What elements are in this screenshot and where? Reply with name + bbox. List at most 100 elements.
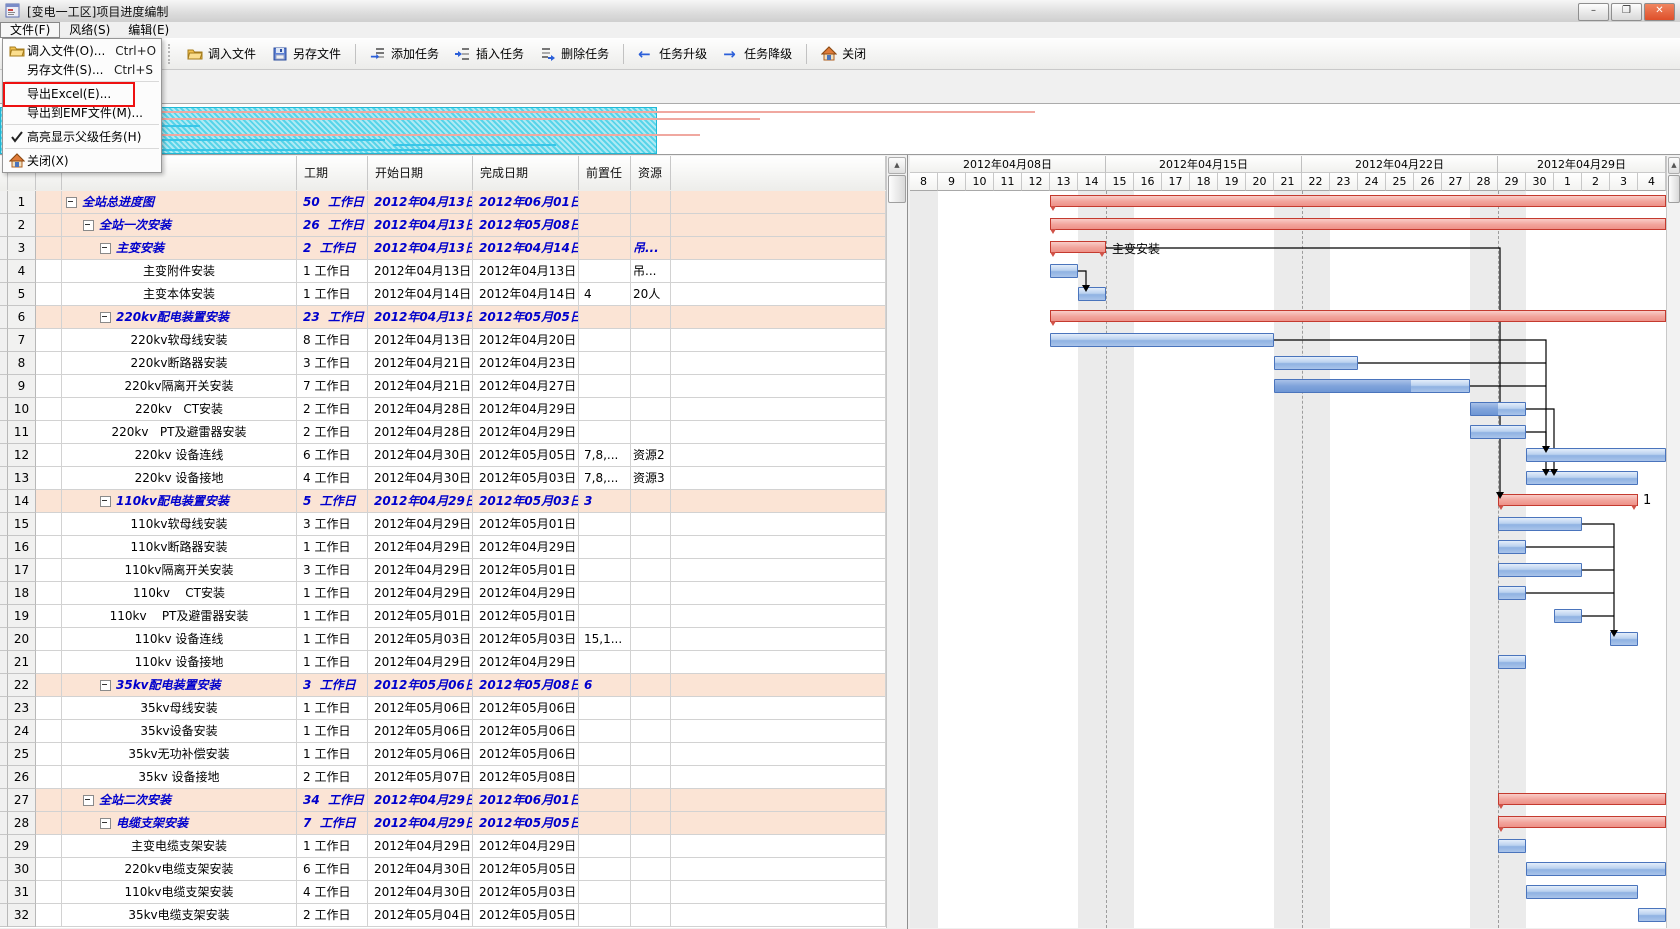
row-number-cell[interactable]: 1 (8, 191, 36, 214)
start-date-cell[interactable]: 2012年04月30日 (368, 467, 473, 490)
toolbar-button-save[interactable]: 另存文件 (264, 42, 349, 65)
resource-cell[interactable] (631, 605, 671, 628)
predecessor-cell[interactable] (579, 605, 631, 628)
duration-cell[interactable]: 2 工作日 (297, 904, 368, 927)
predecessor-cell[interactable] (579, 858, 631, 881)
row-number-cell[interactable]: 17 (8, 559, 36, 582)
resource-cell[interactable] (631, 421, 671, 444)
row-number-cell[interactable]: 6 (8, 306, 36, 329)
finish-date-cell[interactable]: 2012年05月06日 (473, 743, 579, 766)
finish-date-cell[interactable]: 2012年05月05日 (473, 812, 579, 835)
collapse-icon[interactable] (100, 680, 111, 691)
row-select-cell[interactable] (36, 697, 62, 720)
duration-cell[interactable]: 6 工作日 (297, 858, 368, 881)
table-scroll-thumb[interactable] (888, 175, 906, 203)
finish-date-cell[interactable]: 2012年05月05日 (473, 306, 579, 329)
finish-date-cell[interactable]: 2012年04月27日 (473, 375, 579, 398)
resource-cell[interactable] (631, 720, 671, 743)
row-select-cell[interactable] (36, 306, 62, 329)
collapse-icon[interactable] (100, 243, 111, 254)
resource-cell[interactable] (631, 559, 671, 582)
finish-date-cell[interactable]: 2012年05月03日 (473, 881, 579, 904)
duration-cell[interactable]: 1 工作日 (297, 720, 368, 743)
row-number-cell[interactable]: 25 (8, 743, 36, 766)
collapse-icon[interactable] (100, 312, 111, 323)
gantt-bar-parent[interactable] (1050, 218, 1666, 230)
minimize-button[interactable]: – (1578, 3, 1609, 21)
collapse-icon[interactable] (83, 220, 94, 231)
resource-cell[interactable] (631, 674, 671, 697)
gantt-scrollbar[interactable]: ▲ (1666, 156, 1680, 928)
resource-cell[interactable] (631, 375, 671, 398)
row-select-cell[interactable] (36, 812, 62, 835)
finish-date-cell[interactable]: 2012年05月06日 (473, 697, 579, 720)
predecessor-cell[interactable] (579, 766, 631, 789)
finish-date-cell[interactable]: 2012年05月03日 (473, 490, 579, 513)
row-select-cell[interactable] (36, 536, 62, 559)
menubar-item-file[interactable]: 文件(F) (0, 22, 60, 38)
row-number-cell[interactable]: 26 (8, 766, 36, 789)
row-number-cell[interactable]: 32 (8, 904, 36, 927)
predecessor-cell[interactable] (579, 789, 631, 812)
task-name-cell[interactable]: 35kv母线安装 (62, 697, 297, 720)
row-select-cell[interactable] (36, 582, 62, 605)
row-number-cell[interactable]: 15 (8, 513, 36, 536)
start-date-cell[interactable]: 2012年05月01日 (368, 605, 473, 628)
finish-date-cell[interactable]: 2012年06月01日 (473, 191, 579, 214)
predecessor-cell[interactable] (579, 559, 631, 582)
row-select-cell[interactable] (36, 283, 62, 306)
start-date-cell[interactable]: 2012年04月13日 (368, 306, 473, 329)
start-date-cell[interactable]: 2012年04月21日 (368, 352, 473, 375)
duration-cell[interactable]: 4 工作日 (297, 881, 368, 904)
start-date-cell[interactable]: 2012年04月29日 (368, 490, 473, 513)
row-select-cell[interactable] (36, 904, 62, 927)
resource-cell[interactable] (631, 214, 671, 237)
row-select-cell[interactable] (36, 375, 62, 398)
finish-date-cell[interactable]: 2012年05月05日 (473, 904, 579, 927)
task-name-cell[interactable]: 110kv隔离开关安装 (62, 559, 297, 582)
predecessor-cell[interactable] (579, 421, 631, 444)
finish-date-cell[interactable]: 2012年04月13日 (473, 260, 579, 283)
predecessor-cell[interactable]: 7,8,... (579, 467, 631, 490)
gantt-bar-task[interactable] (1498, 517, 1582, 531)
start-date-cell[interactable]: 2012年04月29日 (368, 835, 473, 858)
task-name-cell[interactable]: 35kv电缆支架安装 (62, 904, 297, 927)
predecessor-cell[interactable]: 4 (579, 283, 631, 306)
task-name-cell[interactable]: 全站总进度图 (62, 191, 297, 214)
row-number-cell[interactable]: 21 (8, 651, 36, 674)
row-number-cell[interactable]: 5 (8, 283, 36, 306)
gantt-bar-task[interactable] (1526, 862, 1666, 876)
predecessor-cell[interactable] (579, 329, 631, 352)
gantt-bar-parent[interactable] (1498, 494, 1638, 506)
row-select-cell[interactable] (36, 237, 62, 260)
gantt-bar-parent[interactable] (1498, 793, 1666, 805)
duration-cell[interactable]: 7 工作日 (297, 812, 368, 835)
resource-cell[interactable] (631, 628, 671, 651)
row-number-cell[interactable]: 13 (8, 467, 36, 490)
row-select-cell[interactable] (36, 214, 62, 237)
predecessor-cell[interactable] (579, 536, 631, 559)
row-number-cell[interactable]: 11 (8, 421, 36, 444)
collapse-icon[interactable] (66, 197, 77, 208)
row-select-cell[interactable] (36, 766, 62, 789)
row-number-cell[interactable]: 28 (8, 812, 36, 835)
gantt-bar-task[interactable] (1274, 356, 1358, 370)
finish-date-cell[interactable]: 2012年05月06日 (473, 720, 579, 743)
start-date-cell[interactable]: 2012年05月03日 (368, 628, 473, 651)
menubar-item-edit[interactable]: 编辑(E) (119, 22, 178, 38)
start-date-cell[interactable]: 2012年05月06日 (368, 674, 473, 697)
finish-date-cell[interactable]: 2012年04月29日 (473, 421, 579, 444)
resource-cell[interactable] (631, 881, 671, 904)
start-date-cell[interactable]: 2012年04月30日 (368, 881, 473, 904)
duration-cell[interactable]: 4 工作日 (297, 467, 368, 490)
task-name-cell[interactable]: 110kv PT及避雷器安装 (62, 605, 297, 628)
duration-cell[interactable]: 1 工作日 (297, 536, 368, 559)
row-select-cell[interactable] (36, 674, 62, 697)
task-name-cell[interactable]: 220kv断路器安装 (62, 352, 297, 375)
resource-cell[interactable] (631, 812, 671, 835)
predecessor-cell[interactable] (579, 904, 631, 927)
resource-cell[interactable] (631, 835, 671, 858)
resource-cell[interactable] (631, 191, 671, 214)
task-name-cell[interactable]: 110kv CT安装 (62, 582, 297, 605)
duration-cell[interactable]: 1 工作日 (297, 743, 368, 766)
